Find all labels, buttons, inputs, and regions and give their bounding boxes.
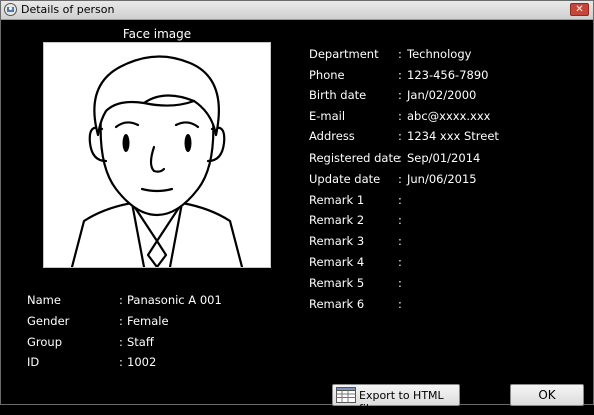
registered-date-separator: : — [398, 151, 402, 165]
table-export-icon — [336, 387, 356, 403]
export-html-button[interactable]: Export to HTML file — [332, 384, 460, 415]
face-illustration-icon — [70, 55, 244, 267]
remark-2-label: Remark 2 — [309, 213, 365, 227]
id-separator: : — [119, 355, 123, 369]
remark-4-label: Remark 4 — [309, 255, 365, 269]
update-date-label: Update date — [309, 172, 381, 186]
app-icon — [4, 3, 17, 16]
details-window: Details of person ✕ Face image Name: Pa… — [0, 0, 594, 415]
close-icon: ✕ — [575, 4, 584, 15]
department-label: Department — [309, 47, 379, 61]
email-separator: : — [398, 109, 402, 123]
registered-date-value: Sep/01/2014 — [407, 151, 481, 165]
face-image-caption: Face image — [122, 27, 192, 41]
export-html-label: Export to HTML file — [359, 389, 444, 415]
group-separator: : — [119, 335, 123, 349]
ok-button[interactable]: OK — [510, 384, 584, 406]
registered-date-label: Registered date — [309, 151, 401, 165]
phone-value: 123-456-7890 — [407, 68, 489, 82]
birth-date-separator: : — [398, 88, 402, 102]
window-title: Details of person — [21, 3, 115, 16]
group-label: Group — [27, 335, 63, 349]
remark-6-label: Remark 6 — [309, 297, 365, 311]
department-value: Technology — [407, 47, 472, 61]
update-date-separator: : — [398, 172, 402, 186]
remark-4-separator: : — [398, 255, 402, 269]
gender-separator: : — [119, 314, 123, 328]
address-label: Address — [309, 129, 355, 143]
name-value: Panasonic A 001 — [127, 293, 222, 307]
phone-separator: : — [398, 68, 402, 82]
group-value: Staff — [127, 335, 154, 349]
face-image — [43, 42, 271, 268]
id-label: ID — [27, 355, 40, 369]
remark-6-separator: : — [398, 297, 402, 311]
address-separator: : — [398, 129, 402, 143]
remark-3-label: Remark 3 — [309, 234, 365, 248]
email-label: E-mail — [309, 109, 346, 123]
remark-1-separator: : — [398, 193, 402, 207]
email-value: abc@xxxx.xxx — [407, 109, 491, 123]
phone-label: Phone — [309, 68, 345, 82]
name-separator: : — [119, 293, 123, 307]
id-value: 1002 — [127, 355, 157, 369]
gender-value: Female — [127, 314, 169, 328]
remark-2-separator: : — [398, 213, 402, 227]
department-separator: : — [398, 47, 402, 61]
birth-date-label: Birth date — [309, 88, 367, 102]
update-date-value: Jun/06/2015 — [407, 172, 477, 186]
remark-5-label: Remark 5 — [309, 276, 365, 290]
close-button[interactable]: ✕ — [570, 3, 589, 16]
remark-5-separator: : — [398, 276, 402, 290]
name-label: Name — [27, 293, 61, 307]
title-bar[interactable]: Details of person ✕ — [1, 1, 593, 20]
birth-date-value: Jan/02/2000 — [407, 88, 477, 102]
remark-3-separator: : — [398, 234, 402, 248]
address-value: 1234 xxx Street — [407, 129, 499, 143]
gender-label: Gender — [27, 314, 70, 328]
remark-1-label: Remark 1 — [309, 193, 365, 207]
